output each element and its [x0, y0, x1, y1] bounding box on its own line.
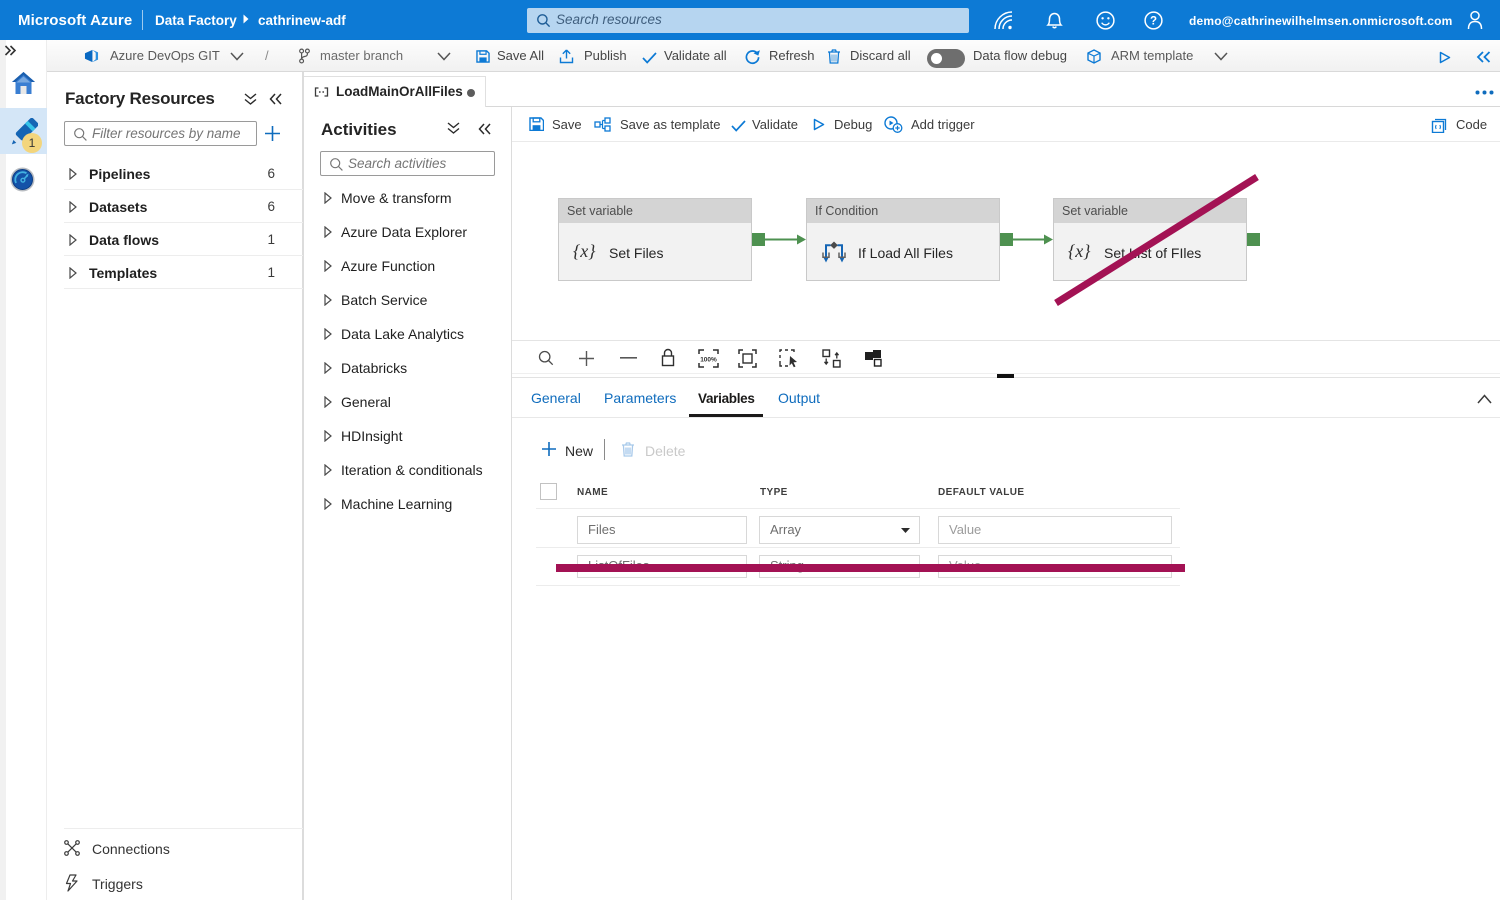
svg-text:?: ?	[1150, 16, 1157, 28]
svg-text:100%: 100%	[700, 357, 717, 364]
